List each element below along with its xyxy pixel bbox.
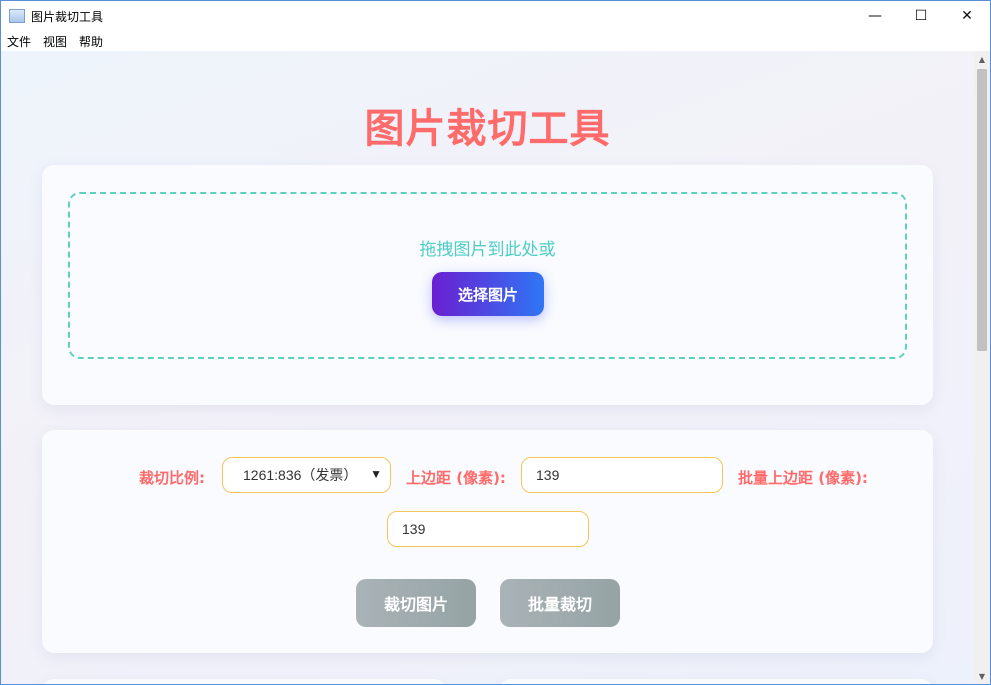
drop-zone-text: 拖拽图片到此处或 [419, 240, 556, 260]
menu-file[interactable]: 文件 [1, 33, 37, 50]
menu-bar: 文件 视图 帮助 [1, 31, 990, 51]
settings-card: 裁切比例: 1261:836（发票） ▼ 上边距 (像素): 139 批量上边距… [42, 430, 933, 653]
scroll-thumb[interactable] [977, 69, 987, 351]
crop-ratio-label: 裁切比例: [139, 469, 205, 487]
menu-help[interactable]: 帮助 [73, 33, 109, 50]
batch-top-margin-label: 批量上边距 (像素): [738, 469, 868, 487]
app-icon [9, 9, 25, 23]
page-title: 图片裁切工具 [364, 106, 611, 152]
crop-ratio-select[interactable]: 1261:836（发票） ▼ [222, 457, 391, 493]
top-margin-label: 上边距 (像素): [406, 469, 506, 487]
batch-top-margin-input[interactable]: 139 [387, 511, 589, 547]
drop-zone[interactable]: 拖拽图片到此处或 选择图片 [68, 192, 907, 359]
crop-ratio-value: 1261:836（发票） [243, 467, 358, 483]
minimize-button[interactable]: — [852, 1, 898, 31]
app-window: 图片裁切工具 — ☐ ✕ 文件 视图 帮助 图片裁切工具 拖拽图片到此处或 选择… [0, 0, 991, 685]
main-content: 图片裁切工具 拖拽图片到此处或 选择图片 裁切比例: 1261:836（发票） … [1, 51, 974, 684]
batch-crop-button[interactable]: 批量裁切 [500, 579, 620, 627]
preview-card-left [42, 679, 446, 684]
top-margin-value: 139 [536, 467, 560, 483]
vertical-scrollbar[interactable]: ▲ ▼ [974, 51, 990, 684]
scroll-down-icon[interactable]: ▼ [974, 668, 990, 684]
crop-image-button[interactable]: 裁切图片 [356, 579, 476, 627]
top-margin-input[interactable]: 139 [521, 457, 723, 493]
select-image-button[interactable]: 选择图片 [432, 272, 544, 316]
scroll-up-icon[interactable]: ▲ [974, 51, 990, 67]
upload-card: 拖拽图片到此处或 选择图片 [42, 165, 933, 405]
preview-card-right [499, 679, 933, 684]
window-title: 图片裁切工具 [31, 9, 104, 24]
close-button[interactable]: ✕ [944, 1, 990, 31]
title-bar[interactable]: 图片裁切工具 — ☐ ✕ [1, 1, 990, 31]
window-controls: — ☐ ✕ [852, 1, 990, 31]
menu-view[interactable]: 视图 [37, 33, 73, 50]
batch-top-margin-value: 139 [402, 521, 426, 537]
maximize-button[interactable]: ☐ [898, 1, 944, 31]
chevron-down-icon: ▼ [370, 467, 382, 481]
